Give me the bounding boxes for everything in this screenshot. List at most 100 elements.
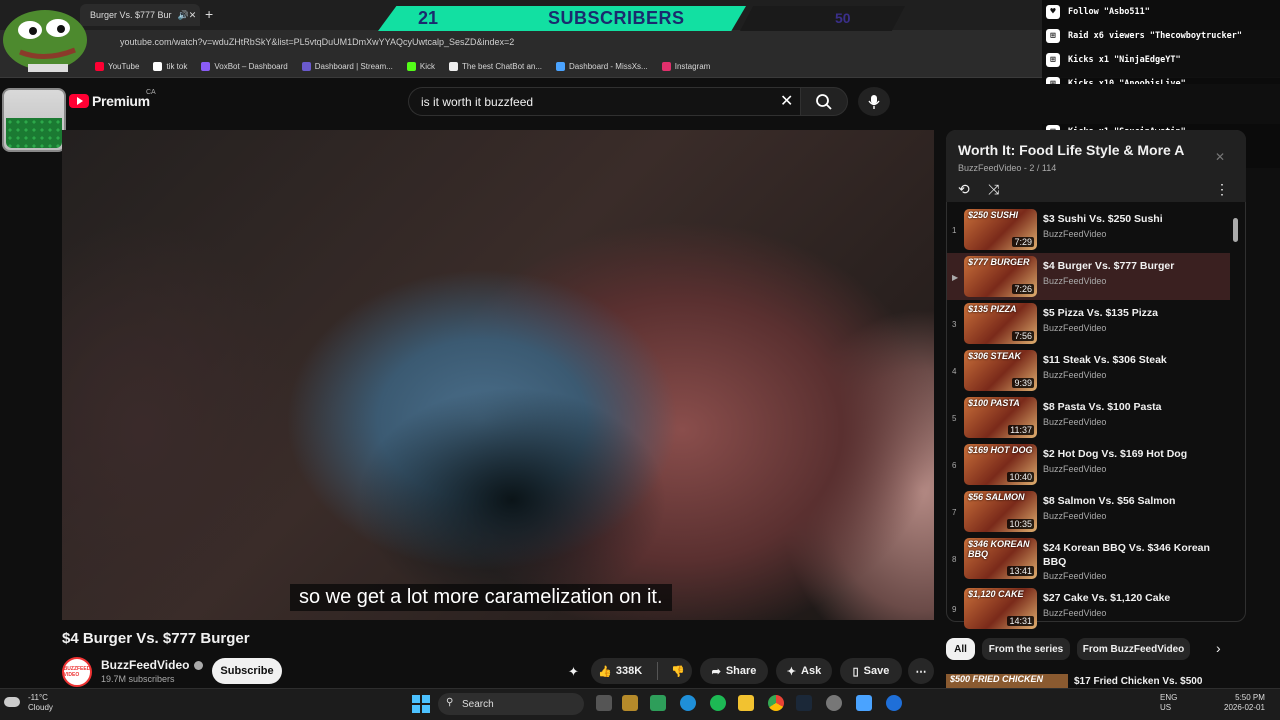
thumbnail-label: $306 STEAK bbox=[968, 351, 1022, 361]
bookmark-favicon-icon bbox=[661, 62, 671, 71]
logo-text: Premium bbox=[92, 93, 150, 109]
notepad-icon[interactable] bbox=[856, 695, 872, 711]
loop-icon[interactable]: ⟲ bbox=[958, 181, 970, 198]
playlist-item[interactable]: ▶ $777 BURGER 7:26 $4 Burger Vs. $777 Burge… bbox=[947, 253, 1230, 300]
video-thumbnail: $135 PIZZA 7:56 bbox=[964, 303, 1037, 344]
bookmark-item[interactable]: VoxBot – Dashboard bbox=[201, 62, 288, 71]
system-clock[interactable]: 5:50 PM 2026-02-01 bbox=[1224, 693, 1265, 713]
voice-search-button[interactable] bbox=[858, 87, 890, 116]
share-button[interactable]: ➦ Share bbox=[700, 658, 768, 684]
bookmark-item[interactable]: Kick bbox=[406, 62, 435, 71]
bookmark-item[interactable]: tik tok bbox=[153, 62, 187, 71]
playlist-item[interactable]: 7 $56 SALMON 10:35 $8 Salmon Vs. $56 Salmon… bbox=[947, 488, 1230, 535]
taskbar-search[interactable]: ⚲ Search bbox=[438, 693, 584, 715]
thumbs-down-icon: 👎 bbox=[671, 665, 685, 678]
playlist-index: 1 bbox=[952, 226, 957, 235]
heart-icon: ♥ bbox=[1046, 5, 1060, 19]
close-playlist-icon[interactable]: ✕ bbox=[1215, 150, 1225, 164]
save-button[interactable]: ▯ Save bbox=[840, 658, 902, 684]
edge-icon[interactable] bbox=[680, 695, 696, 711]
bookmark-item[interactable]: Instagram bbox=[661, 62, 710, 71]
url-field[interactable]: youtube.com/watch?v=wduZHtRbSkY&list=PL5… bbox=[120, 37, 514, 47]
channel-avatar[interactable]: BUZZFEED VIDEO bbox=[62, 657, 92, 687]
language-indicator[interactable]: ENG US bbox=[1160, 693, 1177, 713]
app-icon[interactable] bbox=[650, 695, 666, 711]
playlist-item-channel: BuzzFeedVideo bbox=[1043, 511, 1107, 521]
app-icon[interactable] bbox=[886, 695, 902, 711]
task-view-icon[interactable] bbox=[596, 695, 612, 711]
playlist-index: 3 bbox=[952, 320, 957, 329]
stream-event-text: Kicks x1 "NinjaEdgeYT" bbox=[1068, 55, 1181, 65]
playlist-index: 4 bbox=[952, 367, 957, 376]
like-button[interactable]: 👍 338K bbox=[598, 665, 642, 678]
clear-search-icon[interactable]: ✕ bbox=[780, 91, 793, 111]
stream-event-text: Follow "Asbo511" bbox=[1068, 7, 1150, 17]
bookmark-item[interactable]: Dashboard - MissXs... bbox=[556, 62, 648, 71]
playlist-item-title: $11 Steak Vs. $306 Steak bbox=[1043, 354, 1167, 366]
dislike-button[interactable]: 👎 bbox=[671, 665, 685, 678]
app-icon[interactable] bbox=[622, 695, 638, 711]
bookmark-label: tik tok bbox=[166, 62, 188, 71]
bookmark-favicon-icon bbox=[556, 62, 566, 71]
video-duration: 9:39 bbox=[1012, 378, 1034, 388]
playlist-item[interactable]: 5 $100 PASTA 11:37 $8 Pasta Vs. $100 Pasta B… bbox=[947, 394, 1230, 441]
video-thumbnail: $56 SALMON 10:35 bbox=[964, 491, 1037, 532]
browser-tab[interactable]: Burger Vs. $777 Bur 🔊 ✕ bbox=[80, 4, 200, 26]
video-duration: 7:56 bbox=[1012, 331, 1034, 341]
shuffle-icon[interactable]: ⤨ bbox=[988, 181, 999, 198]
youtube-premium-logo[interactable]: Premium bbox=[69, 93, 150, 109]
video-player[interactable] bbox=[62, 130, 934, 620]
ask-button[interactable]: ✦ Ask bbox=[776, 658, 832, 684]
bookmark-icon: ▯ bbox=[852, 665, 859, 678]
playlist-title[interactable]: Worth It: Food Life Style & More A bbox=[958, 142, 1188, 158]
windows-start-icon[interactable] bbox=[412, 695, 430, 713]
playlist-item[interactable]: 1 $250 SUSHI 7:29 $3 Sushi Vs. $250 Sushi Bu… bbox=[947, 206, 1230, 253]
more-vert-icon[interactable]: ⋮ bbox=[1215, 181, 1229, 198]
chip-from-the-series[interactable]: From the series bbox=[982, 638, 1070, 660]
steam-icon[interactable] bbox=[796, 695, 812, 711]
weather-widget[interactable]: -11°C Cloudy bbox=[4, 693, 53, 713]
search-input[interactable]: is it worth it buzzfeed bbox=[408, 87, 800, 116]
close-tab-icon[interactable]: ✕ bbox=[189, 10, 197, 21]
playlist-item-title: $4 Burger Vs. $777 Burger bbox=[1043, 260, 1175, 272]
playlist-item-title: $3 Sushi Vs. $250 Sushi bbox=[1043, 213, 1163, 225]
file-explorer-icon[interactable] bbox=[738, 695, 754, 711]
chrome-icon[interactable] bbox=[768, 695, 784, 711]
region-code: CA bbox=[146, 89, 156, 96]
chevron-right-icon[interactable]: › bbox=[1216, 640, 1221, 656]
youtube-play-icon bbox=[69, 94, 89, 108]
search-button[interactable] bbox=[800, 87, 848, 116]
thumbnail-label: $135 PIZZA bbox=[968, 304, 1017, 314]
thumbnail-label: $346 KOREAN BBQ bbox=[968, 539, 1030, 559]
subscribe-button[interactable]: Subscribe bbox=[212, 658, 282, 684]
speaker-icon[interactable]: 🔊 bbox=[178, 10, 189, 21]
channel-name-text: BuzzFeedVideo bbox=[101, 658, 190, 672]
channel-name[interactable]: BuzzFeedVideo bbox=[101, 658, 204, 672]
bookmark-item[interactable]: Dashboard | Stream... bbox=[301, 62, 393, 71]
playlist-item-channel: BuzzFeedVideo bbox=[1043, 464, 1107, 474]
bookmark-item[interactable]: The best ChatBot an... bbox=[448, 62, 542, 71]
verified-icon bbox=[194, 660, 204, 670]
bookmark-label: YouTube bbox=[108, 62, 140, 71]
spotify-icon[interactable] bbox=[710, 695, 726, 711]
more-actions-button[interactable]: ⋯ bbox=[908, 658, 934, 684]
next-video-title: $17 Fried Chicken Vs. $500 bbox=[1074, 676, 1203, 687]
thumbnail-label: $777 BURGER bbox=[968, 257, 1030, 267]
windows-taskbar bbox=[0, 688, 1280, 720]
new-tab-button[interactable]: + bbox=[205, 6, 213, 22]
chip-from-buzzfeedvideo[interactable]: From BuzzFeedVideo bbox=[1077, 638, 1190, 660]
app-icon[interactable] bbox=[826, 695, 842, 711]
chip-all[interactable]: All bbox=[946, 638, 975, 660]
sparkle-icon[interactable]: ✦ bbox=[568, 664, 579, 680]
playlist-item[interactable]: 9 $1,120 CAKE 14:31 $27 Cake Vs. $1,120 Cak… bbox=[947, 585, 1230, 632]
bookmark-item[interactable]: YouTube bbox=[95, 62, 139, 71]
playlist-item[interactable]: 3 $135 PIZZA 7:56 $5 Pizza Vs. $135 Pizza Bu… bbox=[947, 300, 1230, 347]
region-code-text: US bbox=[1160, 703, 1172, 712]
playlist-scrollbar[interactable] bbox=[1233, 218, 1238, 242]
playlist-item[interactable]: 6 $169 HOT DOG 10:40 $2 Hot Dog Vs. $169 Ho… bbox=[947, 441, 1230, 488]
language-code: ENG bbox=[1160, 693, 1178, 702]
playlist-item[interactable]: 8 $346 KOREAN BBQ 13:41 $24 Korean BBQ Vs. … bbox=[947, 535, 1230, 582]
video-thumbnail: $250 SUSHI 7:29 bbox=[964, 209, 1037, 250]
playlist-item-title: $24 Korean BBQ Vs. $346 Korean BBQ bbox=[1043, 542, 1210, 568]
playlist-item[interactable]: 4 $306 STEAK 9:39 $11 Steak Vs. $306 Steak B… bbox=[947, 347, 1230, 394]
